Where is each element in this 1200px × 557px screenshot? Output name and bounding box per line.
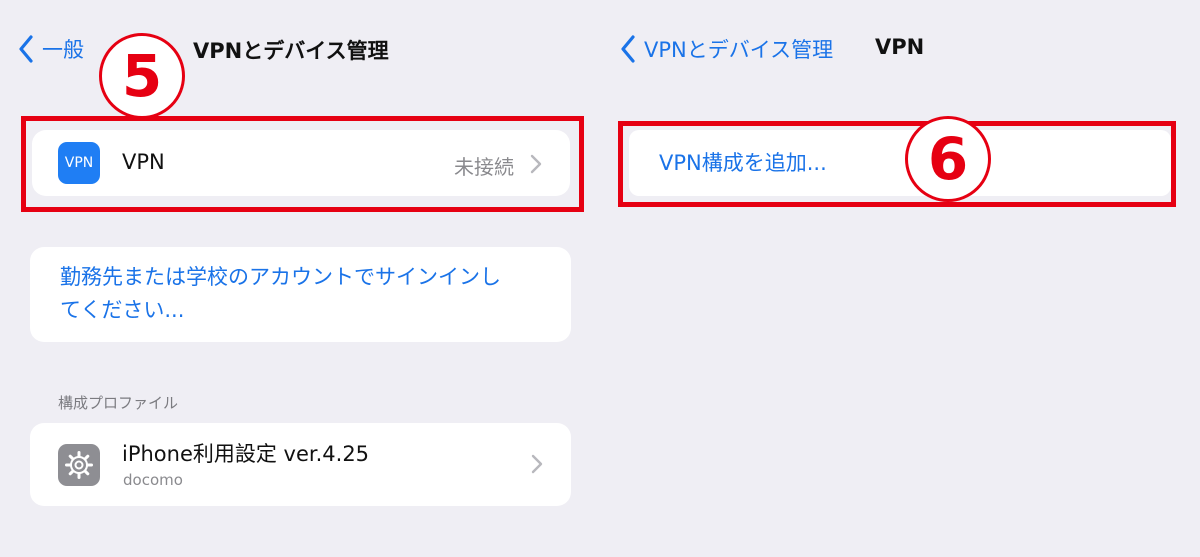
page-title: VPN [875, 35, 925, 59]
profile-issuer: docomo [123, 471, 183, 489]
back-label: 一般 [42, 38, 84, 62]
gear-icon [65, 451, 93, 479]
chevron-left-icon [19, 35, 33, 63]
signin-link-line-1: 勤務先または学校のアカウントでサインインし [60, 265, 501, 289]
step-badge-5: 5 [99, 33, 185, 119]
back-button-vpn-device-management[interactable]: VPNとデバイス管理 [620, 34, 833, 64]
profile-name: iPhone利用設定 ver.4.25 [122, 442, 370, 466]
signin-link-line-2: てください... [60, 298, 185, 322]
chevron-left-icon [621, 35, 635, 63]
page-title: VPNとデバイス管理 [193, 39, 389, 63]
back-label: VPNとデバイス管理 [644, 38, 834, 62]
signin-link[interactable]: 勤務先または学校のアカウントでサインインし てください... [60, 261, 560, 327]
step-badge-6: 6 [905, 116, 991, 202]
profiles-section-header: 構成プロファイル [58, 394, 179, 412]
chevron-right-icon [531, 454, 543, 474]
vpn-screen: VPNとデバイス管理 VPN VPN構成を追加... 6 [600, 0, 1200, 557]
highlight-box-add-vpn [618, 121, 1176, 207]
profile-row[interactable]: iPhone利用設定 ver.4.25 docomo [30, 423, 571, 506]
vpn-device-management-screen: 一般 VPNとデバイス管理 VPN VPN 未接続 勤務先または学校のアカウント… [0, 0, 600, 557]
highlight-box-vpn-row [21, 116, 584, 212]
back-button-general[interactable]: 一般 [18, 34, 84, 64]
work-school-signin-card[interactable]: 勤務先または学校のアカウントでサインインし てください... [30, 247, 571, 342]
profile-icon [58, 444, 100, 486]
